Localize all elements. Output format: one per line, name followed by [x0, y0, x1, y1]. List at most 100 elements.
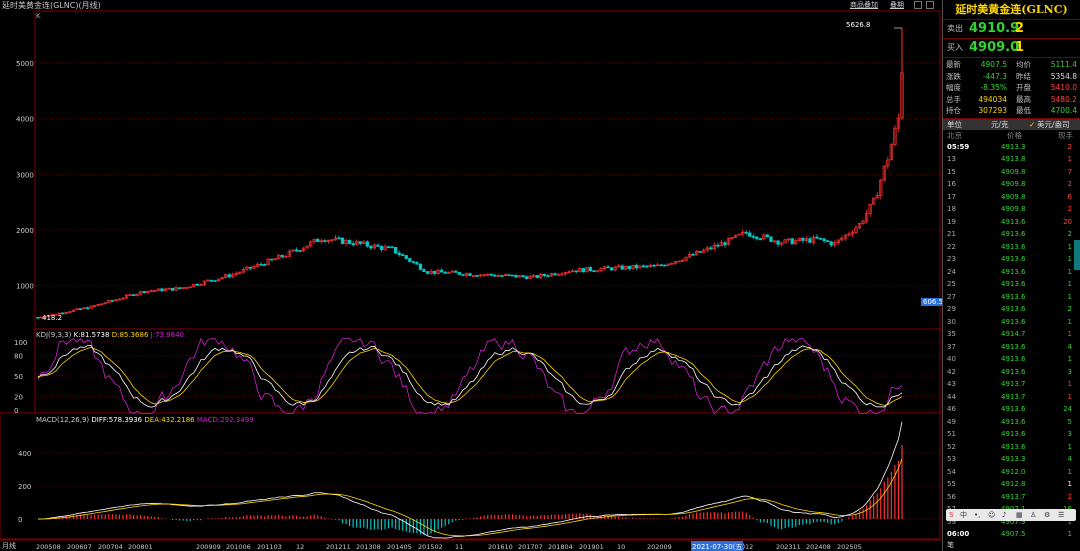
stat-value: 494034	[978, 94, 1007, 104]
candle-body	[765, 234, 770, 238]
quote-sidebar: 延时美黄金连(GLNC) 卖出 4910.9 2 买入 4909.0 1 最新 …	[942, 0, 1080, 551]
tick-list[interactable]: 05:59 4913.3 2 13 4913.8 1 15 4909.8 7 16 4…	[943, 141, 1080, 541]
candle-body	[418, 263, 423, 270]
ime-voice-icon[interactable]: ♪	[1002, 509, 1006, 521]
ime-emoji-icon[interactable]: ☺	[988, 509, 995, 521]
candle-body	[542, 273, 547, 276]
tick-volume: 1	[1067, 392, 1072, 401]
kdj-tick-label: 20	[14, 393, 23, 401]
candle-body	[358, 241, 362, 244]
x-tick-label: 200801	[128, 543, 153, 551]
candle-body	[475, 275, 479, 277]
tick-time: 13	[947, 155, 956, 163]
tick-price: 4913.6	[1001, 405, 1026, 413]
ime-lang-icon[interactable]: 中	[960, 509, 967, 521]
macd-tick-label: 0	[18, 516, 22, 524]
tick-volume: 1	[1067, 280, 1072, 288]
ime-toolbar[interactable]: S 中 •, ☺ ♪ ▦ ♙ ⚙ ☰	[946, 509, 1076, 521]
tick-row: 35 4914.7 1	[943, 328, 1080, 341]
candle-body	[170, 287, 175, 291]
candle-body	[110, 300, 115, 302]
tick-header-volume: 现手	[1058, 130, 1073, 140]
candle-body	[408, 258, 412, 262]
tick-volume: 1	[1067, 155, 1072, 163]
tick-price: 4912.8	[1001, 480, 1026, 488]
tick-price: 4913.6	[1001, 317, 1026, 326]
unit-usd-option[interactable]: 美元/盎司	[1037, 119, 1070, 130]
tick-volume: 1	[1067, 530, 1072, 538]
chart-area[interactable]: 延时美黄金连(GLNC)(月线) 商品叠加 叠期 1000 2000 3000 400…	[0, 0, 946, 551]
candle-body	[641, 265, 646, 268]
price-chart-svg[interactable]: 1000200030004000500010080502004002000月线 2…	[0, 0, 942, 551]
ime-keyboard-icon[interactable]: ▦	[1016, 509, 1023, 521]
tick-volume: 3	[1067, 430, 1072, 438]
x-tick-label: 11	[455, 543, 463, 551]
x-tick-label: 201006	[226, 543, 251, 551]
x-tick-label: 201804	[548, 543, 573, 551]
candle-body	[411, 261, 415, 263]
tick-row: 44 4913.7 1	[943, 391, 1080, 404]
tick-row: 16 4909.8 2	[943, 178, 1080, 191]
kdj-d-value: D:85.3686	[111, 331, 149, 339]
tick-price: 4913.6	[1001, 267, 1026, 276]
x-tick-label: 201610	[488, 543, 513, 551]
kdj-tick-label: 100	[14, 339, 27, 347]
tick-row: 46 4913.6 24	[943, 403, 1080, 416]
candle-body	[262, 263, 267, 266]
stat-key: 持仓	[946, 106, 961, 115]
x-tick-label: 202311	[776, 543, 801, 551]
tick-scrollbar[interactable]	[1074, 240, 1080, 270]
tick-header-price: 价格	[1007, 130, 1022, 140]
x-tick-label: 201901	[579, 543, 604, 551]
stat-key-2: 最高	[1016, 94, 1031, 104]
candle-body	[744, 231, 748, 234]
candle-body	[609, 267, 614, 271]
tick-time: 44	[947, 392, 956, 401]
tick-volume: 4	[1067, 455, 1072, 463]
tick-volume: 6	[1067, 192, 1072, 201]
stat-key: 最新	[946, 60, 961, 69]
x-tick-label: 202505	[837, 543, 862, 551]
unit-cny-option[interactable]: 元/克	[991, 119, 1009, 130]
candle-body	[818, 237, 823, 240]
candle-body	[709, 247, 713, 250]
sell-volume: 2	[1015, 21, 1025, 36]
tick-row: 49 4913.6 5	[943, 416, 1080, 429]
high-price-label: 5626.8	[846, 21, 871, 29]
tick-tab-label[interactable]: 笔	[947, 540, 954, 550]
candle-body	[822, 238, 826, 242]
tick-time: 53	[947, 455, 956, 463]
stat-value-2: 5354.8	[1050, 71, 1077, 81]
candle-body	[801, 237, 805, 241]
tick-price: 4913.6	[1001, 292, 1026, 301]
tick-row: 37 4913.6 4	[943, 341, 1080, 354]
tick-price: 4913.7	[1001, 492, 1026, 501]
ime-settings-icon[interactable]: ⚙	[1044, 509, 1050, 521]
unit-bar[interactable]: 单位 元/克 ✓ 美元/盎司	[943, 118, 1080, 130]
ime-punct-icon[interactable]: •,	[974, 509, 980, 521]
buy-price: 4909.0	[969, 40, 1020, 55]
candle-body	[535, 275, 539, 278]
x-tick-label: 200508	[36, 543, 61, 551]
tick-price: 4913.6	[1001, 442, 1026, 451]
x-tick-label: 12	[296, 543, 304, 551]
tick-row: 42 4913.6 3	[943, 366, 1080, 379]
candle-body	[404, 255, 408, 259]
tick-time: 25	[947, 280, 956, 288]
tick-time: 22	[947, 242, 956, 251]
candle-body	[270, 258, 274, 261]
candle-body	[663, 264, 667, 267]
macd-tick-label: 400	[18, 450, 31, 458]
ime-shirt-icon[interactable]: ♙	[1030, 509, 1036, 521]
tick-price: 4907.5	[1001, 530, 1026, 538]
tick-row: 21 4913.6 2	[943, 228, 1080, 241]
tick-time: 42	[947, 367, 956, 376]
candle-body	[595, 270, 600, 273]
tick-time: 46	[947, 405, 956, 413]
candle-body	[280, 254, 284, 258]
tick-price: 4913.6	[1001, 255, 1026, 263]
stat-key-2: 最低	[1016, 106, 1031, 115]
candle-body	[248, 266, 253, 269]
tick-time: 21	[947, 230, 956, 238]
ime-menu-icon[interactable]: ☰	[1058, 509, 1064, 521]
